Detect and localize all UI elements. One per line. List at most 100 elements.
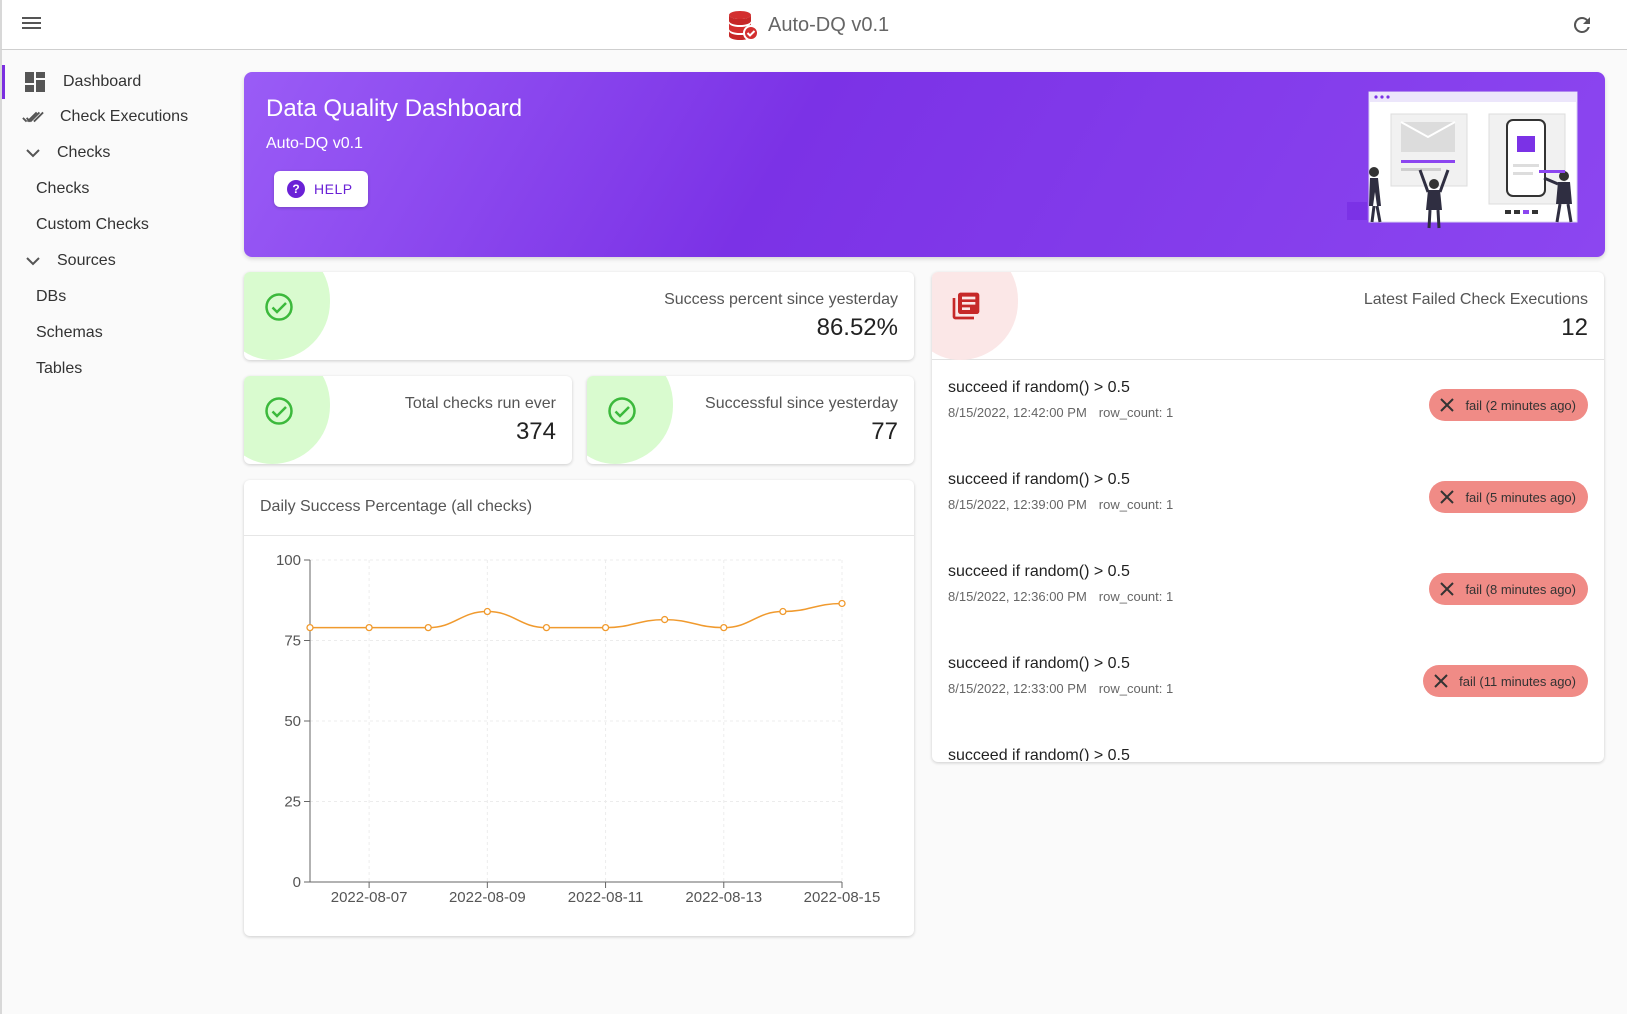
- execution-title: succeed if random() > 0.5: [948, 563, 1130, 580]
- sidebar-item-tables[interactable]: Tables: [2, 352, 230, 386]
- y-tick-label: 75: [284, 633, 301, 650]
- fail-status-label: fail (2 minutes ago): [1465, 397, 1576, 413]
- sidebar-item-label: Checks: [36, 180, 90, 197]
- series-line: [310, 602, 843, 629]
- line-chart: 0 25 50 75 100 2022-08-07 2022-08-09 2022-08-11…: [276, 552, 881, 906]
- sidebar-item-dashboard[interactable]: Dashboard: [2, 65, 230, 99]
- sidebar-item-checks[interactable]: Checks: [2, 172, 230, 206]
- dashboard-illustration: [1347, 91, 1578, 229]
- check-circle-icon: [265, 397, 293, 425]
- hero-subtitle: Auto-DQ v0.1: [266, 135, 363, 152]
- sidebar-item-label: Custom Checks: [36, 216, 149, 233]
- latest-failed-card: Latest Failed Check Executions 12 succee…: [932, 272, 1604, 762]
- execution-time: 8/15/2022, 12:33:00 PM: [948, 681, 1087, 696]
- execution-time: 8/15/2022, 12:36:00 PM: [948, 589, 1087, 604]
- help-button[interactable]: ? HELP: [274, 171, 368, 207]
- execution-title: succeed if random() > 0.5: [948, 379, 1130, 396]
- stat-value: 374: [515, 418, 556, 445]
- data-point: [483, 607, 491, 616]
- fail-status-chip[interactable]: fail (5 minutes ago): [1429, 481, 1588, 513]
- dashboard-icon: [25, 72, 45, 92]
- check-circle-icon: [608, 397, 636, 425]
- app-title: Auto-DQ v0.1: [768, 13, 890, 36]
- stat-value: 86.52%: [816, 314, 898, 341]
- menu-icon[interactable]: [21, 14, 43, 36]
- x-tick-label: 2022-08-11: [568, 889, 644, 906]
- sidebar-item-custom-checks[interactable]: Custom Checks: [2, 208, 230, 242]
- app-bar: Auto-DQ v0.1: [0, 0, 1627, 50]
- total-checks-card: Total checks run ever 374: [244, 376, 572, 464]
- help-button-label: HELP: [314, 181, 353, 197]
- list-item[interactable]: succeed if random() > 0.5: [932, 729, 1604, 761]
- list-item[interactable]: succeed if random() > 0.5 8/15/2022, 12:…: [932, 545, 1604, 637]
- successful-since-card: Successful since yesterday 77: [587, 376, 914, 464]
- list-item[interactable]: succeed if random() > 0.5 8/15/2022, 12:…: [932, 361, 1604, 453]
- sidebar-group-checks[interactable]: Checks: [2, 136, 230, 170]
- list-item[interactable]: succeed if random() > 0.5 8/15/2022, 12:…: [932, 453, 1604, 545]
- execution-time: 8/15/2022, 12:39:00 PM: [948, 497, 1087, 512]
- sidebar: Dashboard Check Executions Checks Checks…: [0, 50, 230, 1014]
- double-check-icon: [22, 111, 44, 123]
- data-point: [661, 615, 669, 624]
- execution-meta: 8/15/2022, 12:36:00 PM row_count: 1: [948, 589, 1173, 604]
- failed-executions-list[interactable]: succeed if random() > 0.5 8/15/2022, 12:…: [932, 361, 1604, 761]
- page-title: Data Quality Dashboard: [266, 95, 523, 122]
- sidebar-item-check-executions[interactable]: Check Executions: [2, 100, 230, 134]
- sidebar-item-label: DBs: [36, 288, 67, 305]
- chart-title: Daily Success Percentage (all checks): [260, 498, 533, 515]
- refresh-icon[interactable]: [1570, 13, 1594, 37]
- sidebar-group-label: Sources: [57, 252, 116, 269]
- list-item[interactable]: succeed if random() > 0.5 8/15/2022, 12:…: [932, 637, 1604, 729]
- x-tick-label: 2022-08-07: [331, 889, 408, 906]
- execution-row-count: row_count: 1: [1098, 589, 1174, 604]
- data-point: [601, 623, 610, 632]
- daily-success-chart-card: Daily Success Percentage (all checks) 0 2…: [244, 480, 914, 936]
- check-circle-icon: [265, 293, 293, 321]
- stat-label: Successful since yesterday: [705, 395, 898, 412]
- stat-label: Success percent since yesterday: [664, 291, 898, 308]
- x-tick-label: 2022-08-15: [804, 889, 881, 906]
- fail-status-label: fail (8 minutes ago): [1465, 581, 1576, 597]
- data-point: [838, 599, 846, 608]
- sidebar-item-label: Check Executions: [60, 108, 189, 125]
- sidebar-item-label: Tables: [36, 360, 83, 377]
- fail-status-chip[interactable]: fail (11 minutes ago): [1423, 665, 1588, 697]
- data-point: [365, 623, 373, 632]
- execution-row-count: row_count: 1: [1098, 497, 1174, 512]
- data-point: [306, 623, 314, 632]
- y-tick-label: 100: [276, 552, 301, 569]
- execution-meta: 8/15/2022, 12:42:00 PM row_count: 1: [948, 405, 1173, 420]
- y-tick-label: 25: [284, 794, 301, 811]
- stat-value: 77: [871, 418, 898, 445]
- sidebar-group-label: Checks: [57, 144, 111, 161]
- library-books-icon: [952, 292, 980, 320]
- execution-row-count: row_count: 1: [1098, 405, 1174, 420]
- execution-title: succeed if random() > 0.5: [948, 471, 1130, 488]
- sidebar-item-label: Dashboard: [63, 73, 142, 90]
- close-icon: [1440, 582, 1455, 596]
- close-icon: [1440, 398, 1455, 412]
- data-point: [779, 607, 787, 616]
- fail-status-label: fail (11 minutes ago): [1459, 673, 1576, 689]
- sidebar-item-label: Schemas: [36, 324, 103, 341]
- fail-status-chip[interactable]: fail (8 minutes ago): [1429, 573, 1588, 605]
- execution-meta: 8/15/2022, 12:39:00 PM row_count: 1: [948, 497, 1173, 512]
- sidebar-item-schemas[interactable]: Schemas: [2, 316, 230, 350]
- brand: Auto-DQ v0.1: [726, 9, 889, 41]
- stat-value: 12: [1561, 314, 1588, 341]
- execution-time: 8/15/2022, 12:42:00 PM: [948, 405, 1087, 420]
- chevron-down-icon: [26, 149, 40, 158]
- fail-status-label: fail (5 minutes ago): [1465, 489, 1576, 505]
- execution-meta: 8/15/2022, 12:33:00 PM row_count: 1: [948, 681, 1173, 696]
- success-percent-card: Success percent since yesterday 86.52%: [244, 272, 914, 360]
- latest-failed-header: Latest Failed Check Executions 12: [932, 272, 1604, 360]
- sidebar-item-dbs[interactable]: DBs: [2, 280, 230, 314]
- help-icon: ?: [287, 180, 305, 198]
- sidebar-group-sources[interactable]: Sources: [2, 244, 230, 278]
- data-point: [424, 623, 432, 632]
- fail-status-chip[interactable]: fail (2 minutes ago): [1429, 389, 1588, 421]
- execution-row-count: row_count: 1: [1098, 681, 1174, 696]
- x-tick-label: 2022-08-13: [685, 889, 762, 906]
- data-point: [720, 623, 728, 632]
- x-tick-label: 2022-08-09: [449, 889, 526, 906]
